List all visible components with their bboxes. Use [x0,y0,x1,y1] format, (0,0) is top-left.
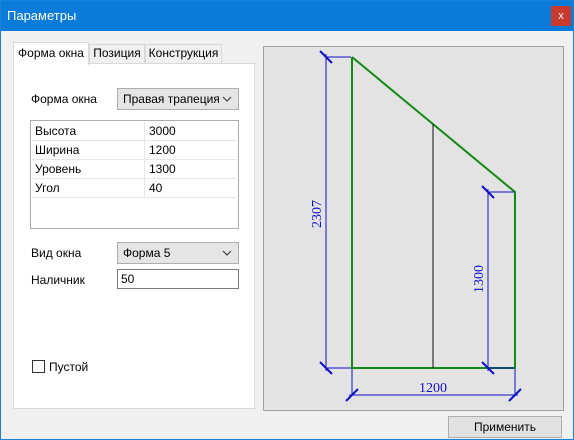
tab-window-shape-label: Форма окна [18,46,84,60]
param-value-cell[interactable]: 1200 [145,141,237,159]
tab-position[interactable]: Позиция [89,44,145,63]
title-bar[interactable]: Параметры x [1,1,573,31]
param-name-cell: Уровень [32,160,145,178]
tab-panel-window-shape [13,63,255,409]
close-button[interactable]: x [551,6,571,26]
param-name-cell: Высота [32,122,145,140]
parameters-window: Параметры x Форма окна Позиция Конструкц… [0,0,574,440]
parameters-table[interactable]: Высота 3000 Ширина 1200 Уровень 1300 Уго… [30,120,239,229]
empty-checkbox-label: Пустой [49,360,89,374]
table-row[interactable]: Угол 40 [32,179,237,198]
param-name-cell: Ширина [32,141,145,159]
apply-button[interactable]: Применить [448,416,562,438]
shape-preview: 2307 1300 1200 [263,46,564,411]
trim-label: Наличник [31,273,85,287]
trim-input[interactable]: 50 [117,269,239,289]
window-shape-value: Правая трапеция [123,92,220,106]
table-row[interactable]: Ширина 1200 [32,141,237,160]
chevron-down-icon [222,96,232,102]
height-dimension-text: 2307 [310,200,325,228]
window-shape-select[interactable]: Правая трапеция [117,88,239,110]
window-view-value: Форма 5 [123,246,171,260]
tab-construction-label: Конструкция [148,46,219,60]
table-row[interactable]: Уровень 1300 [32,160,237,179]
table-row[interactable]: Высота 3000 [32,122,237,141]
level-dimension-text: 1300 [472,265,487,293]
param-name-cell: Угол [32,179,145,197]
chevron-down-icon [222,250,232,256]
tab-window-shape[interactable]: Форма окна [13,42,89,65]
width-dimension-text: 1200 [419,381,447,396]
window-view-label: Вид окна [31,246,82,260]
param-value-cell[interactable]: 3000 [145,122,237,140]
window-shape-label: Форма окна [31,92,97,106]
tab-construction[interactable]: Конструкция [145,44,222,63]
window-shape-drawing: 2307 1300 1200 [310,50,522,402]
tab-position-label: Позиция [93,46,141,60]
window-view-select[interactable]: Форма 5 [117,242,239,264]
param-value-cell[interactable]: 40 [145,179,237,197]
param-value-cell[interactable]: 1300 [145,160,237,178]
window-title: Параметры [7,8,77,23]
empty-checkbox[interactable] [32,360,45,373]
